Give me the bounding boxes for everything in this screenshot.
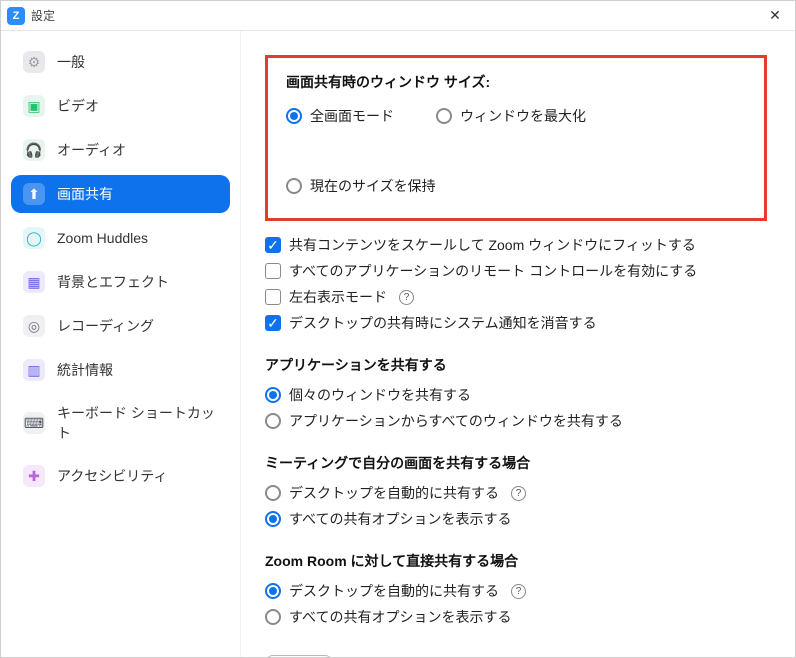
sidebar: ⚙ 一般 ▣ ビデオ 🎧 オーディオ ⬆ 画面共有 ◯ Zoom Huddles ▦ 背景とエフェクト… <box>1 31 241 657</box>
settings-window: Z 設定 ✕ ⚙ 一般 ▣ ビデオ 🎧 オーディオ ⬆ 画面共有 ◯ Zoom Huddles ▦ 背… <box>0 0 796 658</box>
sidebar-item-general[interactable]: ⚙ 一般 <box>11 43 230 81</box>
sidebar-item-label: アクセシビリティ <box>57 466 167 486</box>
sidebar-item-label: 背景とエフェクト <box>57 272 169 292</box>
window-size-option[interactable]: 現在のサイズを保持 <box>286 176 436 196</box>
a11y-icon: ✚ <box>23 465 45 487</box>
option-label: 個々のウィンドウを共有する <box>289 385 471 405</box>
sidebar-item-audio[interactable]: 🎧 オーディオ <box>11 131 230 169</box>
share-icon: ⬆ <box>23 183 45 205</box>
close-button[interactable]: ✕ <box>763 4 787 28</box>
option-label: デスクトップを自動的に共有する <box>289 581 499 601</box>
option-label: アプリケーションからすべてのウィンドウを共有する <box>289 411 623 431</box>
section-title-zoom-room-share: Zoom Room に対して直接共有する場合 <box>265 551 767 571</box>
share-app-option[interactable]: アプリケーションからすべてのウィンドウを共有する <box>265 411 767 431</box>
sidebar-item-video[interactable]: ▣ ビデオ <box>11 87 230 125</box>
option-label: すべてのアプリケーションのリモート コントロールを有効にする <box>289 261 697 281</box>
checkbox-option[interactable]: ✓ デスクトップの共有時にシステム通知を消音する <box>265 313 767 333</box>
sidebar-item-label: オーディオ <box>57 140 126 160</box>
section-title-meeting-share: ミーティングで自分の画面を共有する場合 <box>265 453 767 473</box>
zoom-room-option[interactable]: すべての共有オプションを表示する <box>265 607 767 627</box>
zoom-room-option[interactable]: デスクトップを自動的に共有する? <box>265 581 767 601</box>
option-label: 左右表示モード <box>289 287 387 307</box>
radio-icon <box>286 178 302 194</box>
window-size-option[interactable]: ウィンドウを最大化 <box>436 106 586 126</box>
huddles-icon: ◯ <box>23 227 45 249</box>
details-button[interactable]: 詳細 <box>265 655 333 657</box>
window-title: 設定 <box>31 7 763 24</box>
sidebar-item-stats[interactable]: ▥ 統計情報 <box>11 351 230 389</box>
share-app-option[interactable]: 個々のウィンドウを共有する <box>265 385 767 405</box>
group-share-app: アプリケーションを共有する 個々のウィンドウを共有するアプリケーションからすべて… <box>265 355 767 431</box>
sidebar-item-label: レコーディング <box>57 316 154 336</box>
checkbox-option[interactable]: すべてのアプリケーションのリモート コントロールを有効にする <box>265 261 767 281</box>
sidebar-item-label: 一般 <box>57 52 85 72</box>
checkbox-icon <box>265 289 281 305</box>
radio-group-window-size: 全画面モード ウィンドウを最大化現在のサイズを保持 <box>286 102 746 200</box>
radio-icon <box>265 387 281 403</box>
meeting-share-option[interactable]: すべての共有オプションを表示する <box>265 509 767 529</box>
sidebar-item-a11y[interactable]: ✚ アクセシビリティ <box>11 457 230 495</box>
radio-icon <box>436 108 452 124</box>
checkbox-list: ✓ 共有コンテンツをスケールして Zoom ウィンドウにフィットするすべてのアプリ… <box>265 235 767 333</box>
radio-icon <box>265 413 281 429</box>
sidebar-item-label: Zoom Huddles <box>57 230 148 246</box>
radio-icon <box>265 485 281 501</box>
group-zoom-room-share: Zoom Room に対して直接共有する場合 デスクトップを自動的に共有する?す… <box>265 551 767 627</box>
shortcuts-icon: ⌨ <box>23 412 45 434</box>
recording-icon: ◎ <box>23 315 45 337</box>
help-icon[interactable]: ? <box>511 486 526 501</box>
sidebar-item-label: 統計情報 <box>57 360 113 380</box>
group-meeting-share: ミーティングで自分の画面を共有する場合 デスクトップを自動的に共有する?すべての… <box>265 453 767 529</box>
option-label: すべての共有オプションを表示する <box>289 509 511 529</box>
video-icon: ▣ <box>23 95 45 117</box>
highlight-box-window-size: 画面共有時のウィンドウ サイズ: 全画面モード ウィンドウを最大化現在のサイズを保… <box>265 55 767 221</box>
radio-group-zoom-room-share: デスクトップを自動的に共有する?すべての共有オプションを表示する <box>265 581 767 627</box>
option-label: 共有コンテンツをスケールして Zoom ウィンドウにフィットする <box>289 235 696 255</box>
radio-icon <box>265 609 281 625</box>
radio-group-meeting-share: デスクトップを自動的に共有する?すべての共有オプションを表示する <box>265 483 767 529</box>
checkbox-option[interactable]: ✓ 共有コンテンツをスケールして Zoom ウィンドウにフィットする <box>265 235 767 255</box>
help-icon[interactable]: ? <box>399 290 414 305</box>
checkbox-icon: ✓ <box>265 315 281 331</box>
option-label: ウィンドウを最大化 <box>460 106 586 126</box>
general-icon: ⚙ <box>23 51 45 73</box>
sidebar-item-huddles[interactable]: ◯ Zoom Huddles <box>11 219 230 257</box>
checkbox-icon <box>265 263 281 279</box>
option-label: デスクトップの共有時にシステム通知を消音する <box>289 313 597 333</box>
option-label: デスクトップを自動的に共有する <box>289 483 499 503</box>
checkbox-option[interactable]: 左右表示モード? <box>265 287 767 307</box>
sidebar-item-shortcuts[interactable]: ⌨ キーボード ショートカット <box>11 395 230 451</box>
sidebar-item-label: ビデオ <box>57 96 99 116</box>
option-label: すべての共有オプションを表示する <box>289 607 511 627</box>
background-icon: ▦ <box>23 271 45 293</box>
radio-icon <box>265 583 281 599</box>
titlebar: Z 設定 ✕ <box>1 1 795 31</box>
zoom-app-icon: Z <box>7 7 25 25</box>
option-label: 全画面モード <box>310 106 394 126</box>
help-icon[interactable]: ? <box>511 584 526 599</box>
window-size-option[interactable]: 全画面モード <box>286 106 394 126</box>
meeting-share-option[interactable]: デスクトップを自動的に共有する? <box>265 483 767 503</box>
radio-group-share-app: 個々のウィンドウを共有するアプリケーションからすべてのウィンドウを共有する <box>265 385 767 431</box>
sidebar-item-share[interactable]: ⬆ 画面共有 <box>11 175 230 213</box>
sidebar-item-label: 画面共有 <box>57 184 113 204</box>
sidebar-item-background[interactable]: ▦ 背景とエフェクト <box>11 263 230 301</box>
section-title-window-size: 画面共有時のウィンドウ サイズ: <box>286 72 746 92</box>
sidebar-item-label: キーボード ショートカット <box>57 403 218 443</box>
radio-icon <box>265 511 281 527</box>
radio-icon <box>286 108 302 124</box>
content-panel: 画面共有時のウィンドウ サイズ: 全画面モード ウィンドウを最大化現在のサイズを保… <box>241 31 795 657</box>
checkbox-icon: ✓ <box>265 237 281 253</box>
option-label: 現在のサイズを保持 <box>310 176 436 196</box>
audio-icon: 🎧 <box>23 139 45 161</box>
window-body: ⚙ 一般 ▣ ビデオ 🎧 オーディオ ⬆ 画面共有 ◯ Zoom Huddles ▦ 背景とエフェクト… <box>1 31 795 657</box>
sidebar-item-recording[interactable]: ◎ レコーディング <box>11 307 230 345</box>
stats-icon: ▥ <box>23 359 45 381</box>
section-title-share-app: アプリケーションを共有する <box>265 355 767 375</box>
